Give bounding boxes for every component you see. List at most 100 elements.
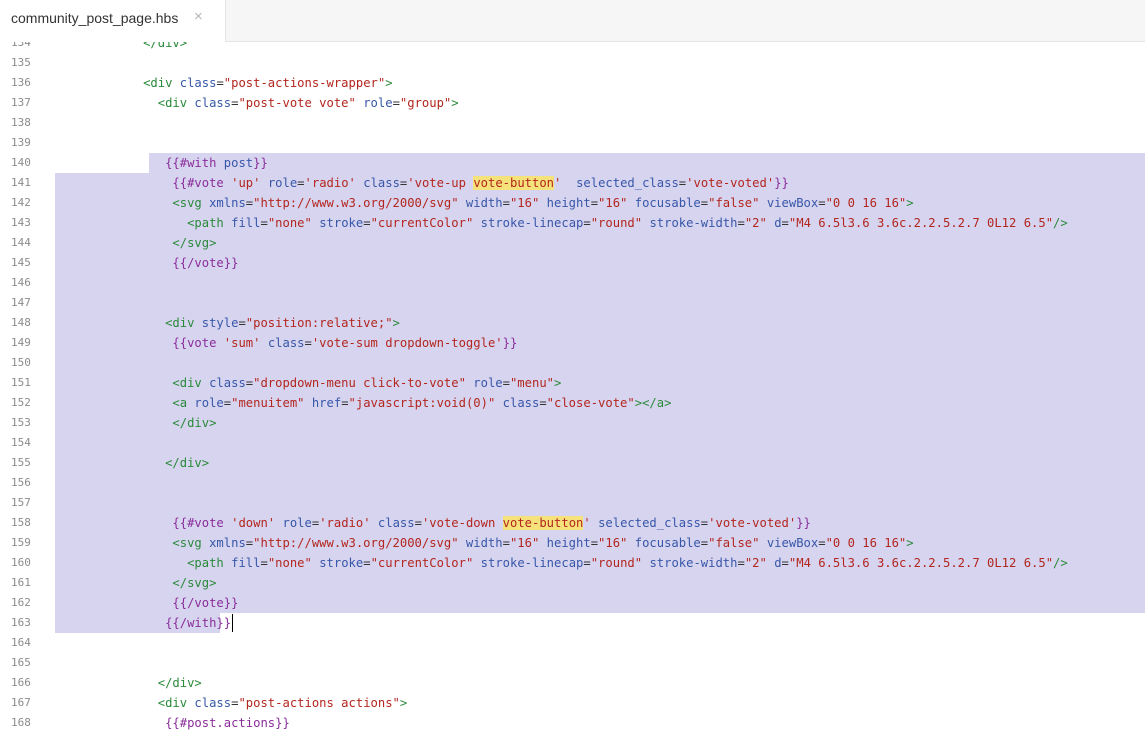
search-match: vote-button [502, 516, 584, 530]
code-text: <path fill="none" stroke="currentColor" … [55, 213, 1068, 233]
code-text: <path fill="none" stroke="currentColor" … [55, 553, 1068, 573]
code-token: {{#with [165, 156, 224, 170]
code-line[interactable]: 153 </div> [0, 413, 1145, 433]
code-token: > [385, 76, 393, 90]
code-line[interactable]: 158 {{#vote 'down' role='radio' class='v… [0, 513, 1145, 533]
code-text: <svg xmlns="http://www.w3.org/2000/svg" … [55, 193, 913, 213]
code-line[interactable]: 141 {{#vote 'up' role='radio' class='vot… [0, 173, 1145, 193]
code-line[interactable]: 143 <path fill="none" stroke="currentCol… [0, 213, 1145, 233]
code-text: {{vote 'sum' class='vote-sum dropdown-to… [55, 333, 517, 353]
code-text: <div class = "dropdown-menu click-to-vote"… [55, 373, 561, 393]
code-token: stroke-linecap [480, 556, 584, 570]
code-line[interactable]: 159 <svg xmlns = "http://www.w3.org/2000/s… [0, 533, 1145, 553]
code-token: "2" [744, 556, 767, 570]
code-line[interactable]: 163 {{/with}} [0, 613, 1145, 633]
code-line[interactable]: 135 [0, 53, 1145, 73]
code-line[interactable]: 137 <div class="post-vote vote" role="gr… [0, 93, 1145, 113]
code-line[interactable]: 155 </div> [0, 453, 1145, 473]
code-line[interactable]: 148 <div style="position:relative;"> [0, 313, 1145, 333]
code-token: > [399, 696, 408, 710]
code-token: "post-vote vote" [238, 96, 356, 110]
code-line[interactable]: 149 {{vote 'sum' class='vote-sum dropdow… [0, 333, 1145, 353]
code-token: = [590, 536, 599, 550]
code-token: > [392, 316, 400, 330]
code-line[interactable]: 160 <path fill="none" stroke="currentCol… [0, 553, 1145, 573]
code-line[interactable]: 144 </svg> [0, 233, 1145, 253]
code-token: = [341, 396, 349, 410]
code-line[interactable]: 151 <div class = "dropdown-menu click-to-v… [0, 373, 1145, 393]
line-number: 152 [11, 396, 31, 409]
code-token: = [737, 216, 745, 230]
line-number: 143 [11, 216, 31, 229]
code-token: = [363, 556, 371, 570]
code-token: "none" [267, 216, 312, 230]
line-number: 159 [11, 536, 31, 549]
code-line[interactable]: 154 [0, 433, 1145, 453]
code-line[interactable]: 161 </svg> [0, 573, 1145, 593]
code-token: {{/vote}} [172, 256, 239, 270]
code-token: "M4 6.5l3.6 3.6c.2.2.5.2.7 0L12 6.5" [788, 216, 1054, 230]
code-line[interactable]: 136 <div class="post-actions-wrapper"> [0, 73, 1145, 93]
code-token: <svg [172, 536, 210, 550]
code-line[interactable]: 140 {{#with post}} [0, 153, 1145, 173]
code-token: </svg> [172, 576, 217, 590]
code-line[interactable]: 167 <div class="post-actions actions"> [0, 693, 1145, 713]
line-number: 139 [11, 136, 31, 149]
code-line[interactable]: 145 {{/vote}} [0, 253, 1145, 273]
code-line[interactable]: 147 [0, 293, 1145, 313]
line-number: 162 [11, 596, 31, 609]
code-token: <path [187, 216, 232, 230]
code-token: "position:relative;" [245, 316, 393, 330]
close-icon[interactable]: × [194, 8, 203, 25]
code-line[interactable]: 157 [0, 493, 1145, 513]
code-text: {{#vote 'up' role='radio' class='vote-up… [55, 173, 789, 193]
code-token: 'sum' [223, 336, 261, 350]
code-line[interactable]: 162 {{/vote}} [0, 593, 1145, 613]
tab-community-post-page[interactable]: community_post_page.hbs × [0, 0, 226, 42]
line-number: 161 [11, 576, 31, 589]
line-number: 135 [11, 56, 31, 69]
line-number: 160 [11, 556, 31, 569]
code-line[interactable]: 164 [0, 633, 1145, 653]
code-token: stroke-linecap [480, 216, 584, 230]
line-number: 155 [11, 456, 31, 469]
code-line[interactable]: 168 {{#post.actions}} [0, 713, 1145, 731]
code-editor[interactable]: 134 </div> 135 136 <div class="post-action… [0, 42, 1145, 731]
code-token: style [201, 316, 239, 330]
code-token: 'radio' [304, 176, 356, 190]
code-line[interactable]: 166 </div> [0, 673, 1145, 693]
line-number: 154 [11, 436, 31, 449]
line-number: 157 [11, 496, 31, 509]
code-token: stroke-width [649, 556, 738, 570]
code-token: /> [1053, 556, 1068, 570]
code-line[interactable]: 139 [0, 133, 1145, 153]
code-line[interactable]: 138 [0, 113, 1145, 133]
code-token: = [502, 196, 510, 210]
code-line[interactable]: 142 <svg xmlns = "http://www.w3.org/2000/s… [0, 193, 1145, 213]
code-line[interactable]: 165 [0, 653, 1145, 673]
code-token: <div [157, 696, 195, 710]
code-line[interactable]: 134 </div> [0, 42, 1145, 53]
line-number: 163 [11, 616, 31, 629]
code-token: stroke-width [649, 216, 738, 230]
text-cursor [232, 614, 234, 632]
code-line[interactable]: 146 [0, 273, 1145, 293]
code-token: focusable [634, 196, 701, 210]
code-token: }} [796, 516, 811, 530]
code-line[interactable]: 156 [0, 473, 1145, 493]
code-token: </div> [165, 456, 210, 470]
code-line[interactable]: 152 <a role="menuitem" href="javascript:… [0, 393, 1145, 413]
code-line[interactable]: 150 [0, 353, 1145, 373]
code-token: {{/vote}} [172, 596, 239, 610]
